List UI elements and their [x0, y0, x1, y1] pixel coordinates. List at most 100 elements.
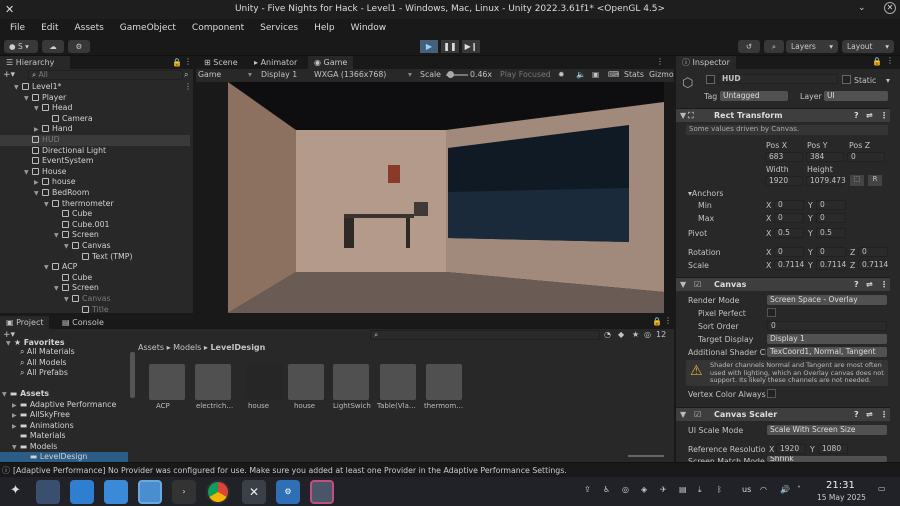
folder-item[interactable]: ▶ ▬ Adaptive Performance	[12, 400, 116, 411]
hierarchy-item[interactable]: ▼ Head	[34, 103, 72, 114]
steam-icon[interactable]: ◎	[622, 485, 629, 494]
asset-thumbnail[interactable]	[333, 364, 369, 400]
layers-dropdown[interactable]: Layers ▾	[786, 40, 838, 53]
hierarchy-item[interactable]: ▶ Hand	[34, 124, 73, 135]
height-field[interactable]: 1079.473	[806, 176, 846, 186]
unity-hub-icon[interactable]: ✕	[242, 480, 266, 504]
static-checkbox[interactable]	[842, 75, 851, 84]
menu-gameobject[interactable]: GameObject	[120, 23, 176, 33]
width-field[interactable]: 1920	[765, 176, 803, 186]
active-checkbox[interactable]	[706, 75, 715, 84]
chevron-down-icon[interactable]: ▼	[24, 168, 32, 179]
enabled-checkbox[interactable]: ☑	[694, 278, 701, 292]
help-icon[interactable]: ?	[854, 278, 859, 292]
volume-icon[interactable]: 🔊	[780, 485, 790, 494]
tab-console[interactable]: ▤ Console	[56, 316, 110, 329]
posz-field[interactable]: 0	[847, 152, 885, 162]
rotation-x-field[interactable]: 0	[774, 247, 804, 257]
collab-button[interactable]: ⚙	[68, 40, 90, 53]
step-button[interactable]: ▶❙	[462, 40, 480, 53]
posy-field[interactable]: 384	[806, 152, 844, 162]
folder-item[interactable]: ▬ Materials	[12, 431, 66, 442]
anchors-foldout[interactable]: ▾Anchors	[688, 189, 723, 198]
chrome-icon[interactable]	[206, 480, 230, 504]
accessibility-icon[interactable]: ♿	[603, 485, 610, 494]
chevron-down-icon[interactable]: ▼	[34, 104, 42, 115]
tab-game[interactable]: ◉ Game	[308, 56, 354, 69]
sort-order-field[interactable]: 0	[767, 321, 887, 331]
chevron-down-icon[interactable]: ▾	[886, 76, 890, 85]
scale-x-field[interactable]: 0.7114	[774, 260, 804, 270]
raw-edit-button[interactable]: R	[868, 175, 882, 186]
hierarchy-item[interactable]: ▼ thermometer	[44, 199, 114, 210]
chevron-down-icon[interactable]: ▼	[34, 189, 42, 200]
enabled-checkbox[interactable]: ☑	[694, 408, 701, 422]
kebab-menu-icon[interactable]: ⋮	[886, 56, 894, 65]
label-icon[interactable]: ◆	[618, 330, 624, 339]
hierarchy-item[interactable]: ▼ Canvas	[64, 294, 111, 305]
folder-item[interactable]: ▶ ▬ Animations	[12, 421, 74, 432]
clock-date[interactable]: 15 May 2025	[817, 493, 866, 502]
rotation-z-field[interactable]: 0	[858, 247, 888, 257]
scale-z-field[interactable]: 0.7114	[858, 260, 888, 270]
hierarchy-item[interactable]: ▼ Screen	[54, 283, 99, 294]
target-display-dropdown[interactable]: Display 1	[767, 334, 887, 344]
scale-slider-handle[interactable]	[447, 71, 454, 78]
chevron-down-icon[interactable]: ▼	[24, 94, 32, 105]
kebab-menu-icon[interactable]: ⋮	[656, 57, 664, 66]
folder-item[interactable]: ▶ ▬ AllSkyFree	[12, 410, 70, 421]
chevron-down-icon[interactable]: ▼	[44, 200, 52, 211]
search-button[interactable]: ⌕	[764, 40, 784, 53]
menu-assets[interactable]: Assets	[75, 23, 104, 33]
play-button[interactable]: ▶	[420, 40, 438, 53]
menu-component[interactable]: Component	[192, 23, 244, 33]
discover-icon[interactable]	[70, 480, 94, 504]
folder-item[interactable]: ▼ ▬ Models	[12, 442, 57, 453]
resolution-dropdown[interactable]: WXGA (1366x768)	[314, 70, 386, 79]
hierarchy-item[interactable]: ▼ BedRoom	[34, 188, 89, 199]
close-icon[interactable]: ✕	[884, 2, 896, 14]
hierarchy-item[interactable]: ▼ Player	[24, 93, 66, 104]
wifi-icon[interactable]: ◠	[760, 485, 767, 494]
play-focused-dropdown[interactable]: Play Focused	[500, 70, 551, 79]
rotation-y-field[interactable]: 0	[816, 247, 846, 257]
asset-thumbnail[interactable]	[380, 364, 416, 400]
cloud-button[interactable]: ☁	[42, 40, 64, 53]
show-desktop-icon[interactable]: ▭	[878, 484, 886, 493]
hierarchy-item[interactable]: Camera	[44, 114, 93, 125]
reference-x-field[interactable]: 1920	[776, 444, 806, 454]
kebab-menu-icon[interactable]: ⋮	[664, 316, 672, 325]
project-search-input[interactable]: ⌕	[370, 330, 600, 340]
terminal-icon[interactable]: ›	[172, 480, 196, 504]
kde-icon[interactable]: ⚙	[276, 480, 300, 504]
layer-dropdown[interactable]: UI	[824, 91, 888, 101]
display-dropdown[interactable]: Display 1	[261, 70, 297, 79]
filter-type-icon[interactable]: ◔	[604, 330, 611, 339]
help-icon[interactable]: ?	[854, 408, 859, 422]
discord-icon[interactable]: ◈	[641, 485, 647, 494]
game-mode-dropdown[interactable]: Game	[198, 70, 221, 79]
star-icon[interactable]: ★	[632, 330, 639, 339]
tab-project[interactable]: ▣ Project	[0, 316, 50, 329]
file-manager-icon[interactable]	[104, 480, 128, 504]
ui-scale-mode-dropdown[interactable]: Scale With Screen Size	[767, 425, 887, 435]
lock-icon[interactable]: 🔒	[172, 58, 182, 67]
vertex-color-checkbox[interactable]	[767, 389, 776, 398]
tag-dropdown[interactable]: Untagged	[720, 91, 788, 101]
kebab-menu-icon[interactable]: ⋮	[184, 82, 192, 91]
menu-services[interactable]: Services	[260, 23, 298, 33]
menu-edit[interactable]: Edit	[41, 23, 58, 33]
tab-hierarchy[interactable]: ☰ Hierarchy	[0, 56, 70, 69]
game-view[interactable]	[196, 82, 674, 313]
hierarchy-item[interactable]: EventSystem	[24, 156, 93, 167]
upload-icon[interactable]: ⇪	[584, 485, 591, 494]
stats-button[interactable]: Stats	[624, 70, 644, 79]
scrollbar[interactable]	[130, 352, 135, 398]
component-header-canvas-scaler[interactable]: Canvas Scaler ▼ ☑? ⇌ ⋮	[676, 407, 890, 421]
dolphin-icon[interactable]	[138, 480, 162, 504]
clock-time[interactable]: 21:31	[826, 480, 855, 491]
anchor-max-x-field[interactable]: 0	[774, 213, 804, 223]
lock-icon[interactable]: 🔒	[652, 317, 662, 326]
gameobject-name-input[interactable]: HUD	[718, 74, 838, 84]
system-settings-icon[interactable]	[36, 480, 60, 504]
